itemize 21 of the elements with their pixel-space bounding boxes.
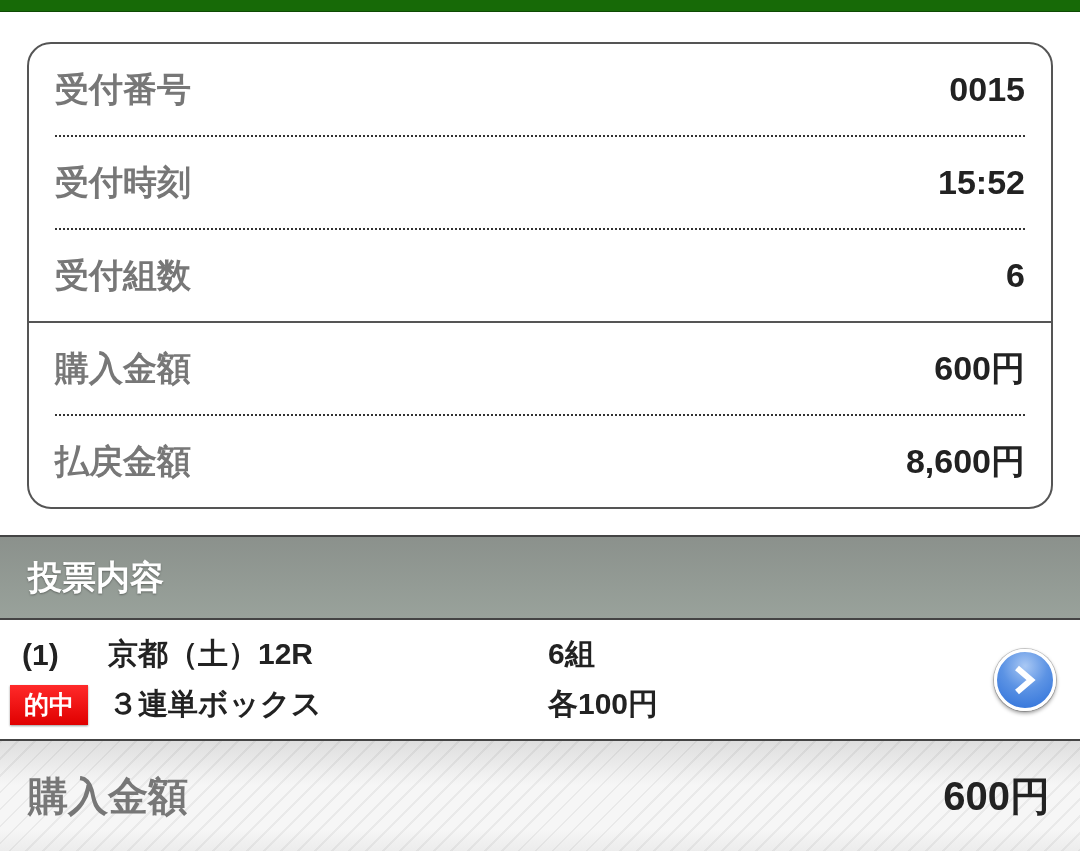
race-name: 京都（土）12R	[108, 636, 314, 672]
summary-value: 0015	[949, 70, 1025, 109]
summary-value: 8,600円	[905, 440, 1025, 482]
summary-label: 払戻金額	[55, 440, 191, 482]
summary-label: 購入金額	[55, 347, 191, 389]
bet-type: ３連単ボックス	[108, 686, 322, 722]
combination-count: 6組	[548, 636, 595, 672]
summary-label: 受付番号	[55, 68, 191, 110]
summary-label: 受付時刻	[55, 161, 191, 203]
summary-value: 6	[1006, 256, 1025, 295]
section-header: 投票内容	[0, 535, 1080, 620]
stake-amount: 各100円	[548, 686, 659, 722]
summary-value: 15:52	[938, 163, 1025, 202]
chevron-right-icon	[1014, 664, 1036, 695]
next-button[interactable]	[994, 648, 1056, 711]
bet-number: (1)	[22, 637, 59, 672]
hit-badge: 的中	[10, 684, 88, 725]
total-label: 購入金額	[28, 772, 188, 820]
summary-label: 受付組数	[55, 254, 191, 296]
total-value: 600円	[943, 772, 1050, 820]
summary-value: 600円	[934, 347, 1025, 389]
